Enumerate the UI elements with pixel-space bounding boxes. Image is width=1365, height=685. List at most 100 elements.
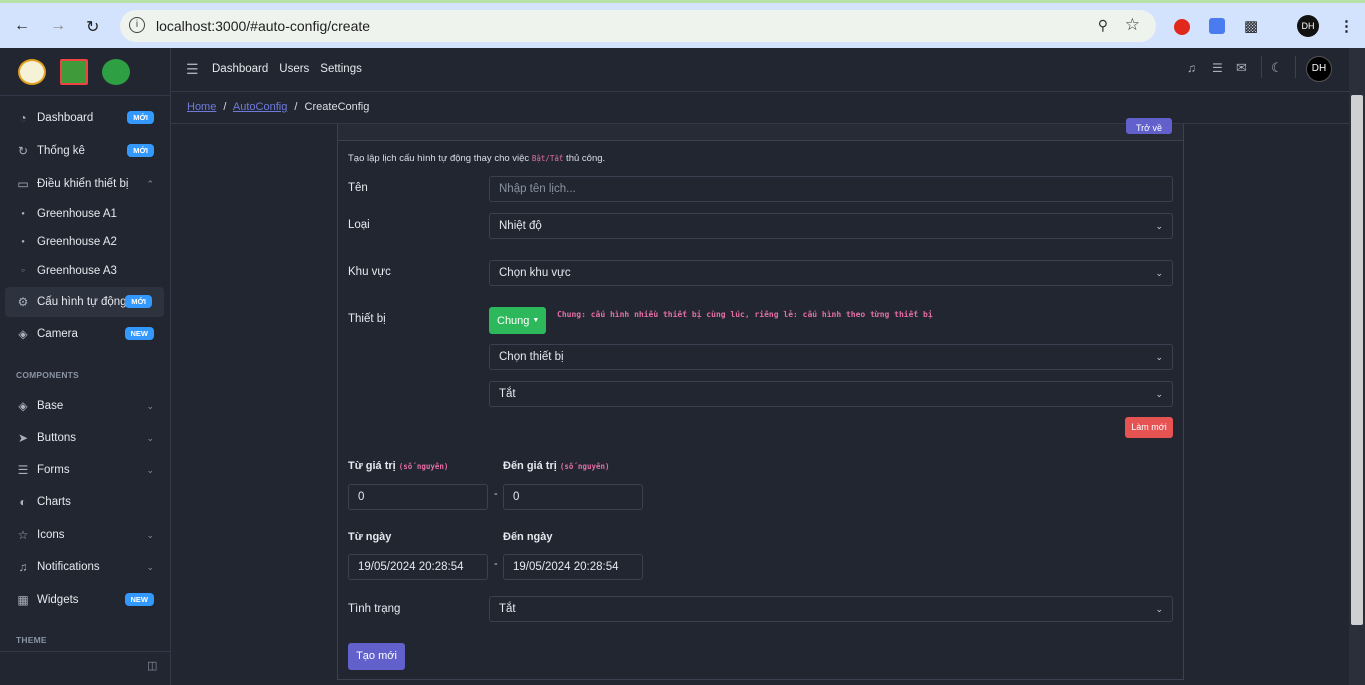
from-value-label: Từ giá trị (số nguyên) <box>348 460 449 472</box>
sidebar-item-notifications[interactable]: ♫ Notifications ⌄ <box>0 552 171 582</box>
device-mode-note: Chung: cấu hình nhiều thiết bị cùng lúc,… <box>557 310 933 319</box>
header-link-dashboard[interactable]: Dashboard <box>212 63 268 75</box>
profile-avatar[interactable]: DH <box>1297 15 1319 37</box>
chevron-down-icon: ⌄ <box>1155 604 1163 614</box>
sidebar-item-icons[interactable]: ☆ Icons ⌄ <box>0 520 171 550</box>
status-select[interactable]: Tắt ⌄ <box>489 596 1173 622</box>
breadcrumb-autoconfig[interactable]: AutoConfig <box>233 101 287 113</box>
chevron-down-icon: ⌄ <box>1155 352 1163 362</box>
from-date-label: Từ ngày <box>348 531 392 543</box>
new-badge: MỚI <box>127 144 154 157</box>
caret-down-icon: ▼ <box>532 317 540 324</box>
header-divider <box>1295 56 1296 78</box>
sidebar-footer <box>0 651 170 652</box>
new-badge: NEW <box>124 593 154 606</box>
monitor-icon: ▭ <box>17 177 29 191</box>
list-icon[interactable]: ☰ <box>1212 61 1223 75</box>
to-value-input[interactable]: 0 <box>503 484 643 510</box>
extensions-puzzle-icon[interactable]: ▩ <box>1244 17 1258 35</box>
back-button[interactable]: Trở về <box>1126 118 1172 134</box>
bell-icon: ♫ <box>18 560 28 574</box>
area-label: Khu vực <box>348 266 391 278</box>
sidebar-item-greenhouse-a3[interactable]: ○ Greenhouse A3 <box>0 256 171 286</box>
bell-icon[interactable]: ♫ <box>1187 61 1196 75</box>
breadcrumb-home[interactable]: Home <box>187 101 216 113</box>
browser-toolbar: ← → ↻ i localhost:3000/#auto-config/crea… <box>0 0 1365 48</box>
url-text[interactable]: localhost:3000/#auto-config/create <box>156 18 370 34</box>
to-date-label: Đến ngày <box>503 531 553 543</box>
new-badge: NEW <box>124 327 154 340</box>
breadcrumb-separator: / <box>294 101 298 113</box>
card-header: Trở về <box>338 118 1183 141</box>
range-dash: - <box>494 558 498 570</box>
from-date-input[interactable]: 19/05/2024 20:28:54 <box>348 554 488 580</box>
speedometer-icon: ◔ <box>19 111 27 125</box>
sidebar-toggle-icon[interactable]: ◫ <box>147 659 157 672</box>
back-icon[interactable]: ← <box>14 17 30 35</box>
device-select[interactable]: Chọn thiết bị ⌄ <box>489 344 1173 370</box>
header-link-users[interactable]: Users <box>279 63 309 75</box>
range-dash: - <box>494 488 498 500</box>
sidebar-item-dashboard[interactable]: ◔ Dashboard MỚI <box>0 103 171 133</box>
chart-pie-icon: ◐ <box>19 495 27 509</box>
header-divider <box>1261 56 1262 78</box>
address-bar[interactable]: i localhost:3000/#auto-config/create ⚲ ☆ <box>120 10 1156 42</box>
from-value-input[interactable]: 0 <box>348 484 488 510</box>
reload-icon[interactable]: ↻ <box>86 17 99 37</box>
chevron-down-icon: ⌄ <box>1155 389 1163 399</box>
puzzle-icon: ◈ <box>18 399 28 413</box>
sidebar-item-auto-config[interactable]: ⚙ Cấu hình tự động MỚI <box>5 287 164 317</box>
sidebar-item-camera[interactable]: ◈ Camera NEW <box>0 319 171 349</box>
star-icon: ☆ <box>17 528 29 542</box>
sidebar-item-statistics[interactable]: ↻ Thống kê MỚI <box>0 136 171 166</box>
type-select[interactable]: Nhiệt độ ⌄ <box>489 213 1173 239</box>
sidebar-item-buttons[interactable]: ➤ Buttons ⌄ <box>0 423 171 453</box>
browser-menu-icon[interactable]: ⋮ <box>1339 17 1354 35</box>
header-link-settings[interactable]: Settings <box>320 63 362 75</box>
device-mode-dropdown[interactable]: Chung ▼ <box>489 307 546 334</box>
bullet-icon: ● <box>21 211 25 217</box>
user-avatar[interactable]: DH <box>1306 56 1332 82</box>
brand-logos <box>0 48 170 96</box>
moon-icon[interactable]: ☾ <box>1271 60 1283 76</box>
sidebar-item-device-control[interactable]: ▭ Điều khiển thiết bị ⌃ <box>0 169 171 199</box>
new-badge: MỚI <box>127 111 154 124</box>
bullet-outline-icon: ○ <box>21 268 25 274</box>
hamburger-menu-icon[interactable]: ☰ <box>186 61 199 78</box>
breadcrumb-separator: / <box>223 101 227 113</box>
theme-section-title: THEME <box>16 635 47 645</box>
zoom-icon[interactable]: ⚲ <box>1098 17 1108 34</box>
create-button[interactable]: Tạo mới <box>348 643 405 670</box>
reset-button[interactable]: Làm mới <box>1125 417 1173 438</box>
cursor-icon: ➤ <box>17 431 29 445</box>
header-nav: Dashboard Users Settings <box>212 63 362 75</box>
scrollbar-thumb[interactable] <box>1351 95 1363 625</box>
site-info-icon[interactable]: i <box>129 17 145 33</box>
device-state-select[interactable]: Tắt ⌄ <box>489 381 1173 407</box>
sidebar-item-forms[interactable]: ☰ Forms ⌄ <box>0 455 171 485</box>
bookmark-star-icon[interactable]: ☆ <box>1125 15 1140 35</box>
sidebar-item-base[interactable]: ◈ Base ⌄ <box>0 391 171 421</box>
components-section-title: COMPONENTS <box>16 370 79 380</box>
sidebar-item-charts[interactable]: ◐ Charts <box>0 487 171 517</box>
to-date-input[interactable]: 19/05/2024 20:28:54 <box>503 554 643 580</box>
bullet-icon: ● <box>21 239 25 245</box>
sidebar-item-widgets[interactable]: ▦ Widgets NEW <box>0 585 171 615</box>
chevron-down-icon: ⌄ <box>146 464 154 475</box>
area-select[interactable]: Chọn khu vực ⌄ <box>489 260 1173 286</box>
forward-icon[interactable]: → <box>50 17 66 35</box>
gear-icon: ⚙ <box>17 295 29 309</box>
sidebar-item-greenhouse-a2[interactable]: ● Greenhouse A2 <box>0 227 171 257</box>
status-label: Tình trạng <box>348 603 401 615</box>
chevron-down-icon: ⌄ <box>1155 221 1163 231</box>
chevron-down-icon: ⌄ <box>146 432 154 443</box>
envelope-open-icon[interactable]: ✉ <box>1236 60 1247 76</box>
sidebar-item-greenhouse-a1[interactable]: ● Greenhouse A1 <box>0 199 171 229</box>
chevron-down-icon: ⌄ <box>146 561 154 572</box>
history-icon: ↻ <box>17 144 29 158</box>
translate-extension-icon[interactable] <box>1209 18 1225 34</box>
name-input[interactable]: Nhập tên lịch... <box>489 176 1173 202</box>
opera-extension-icon[interactable] <box>1174 19 1190 35</box>
calculator-icon: ▦ <box>17 593 29 607</box>
type-label: Loại <box>348 219 370 231</box>
